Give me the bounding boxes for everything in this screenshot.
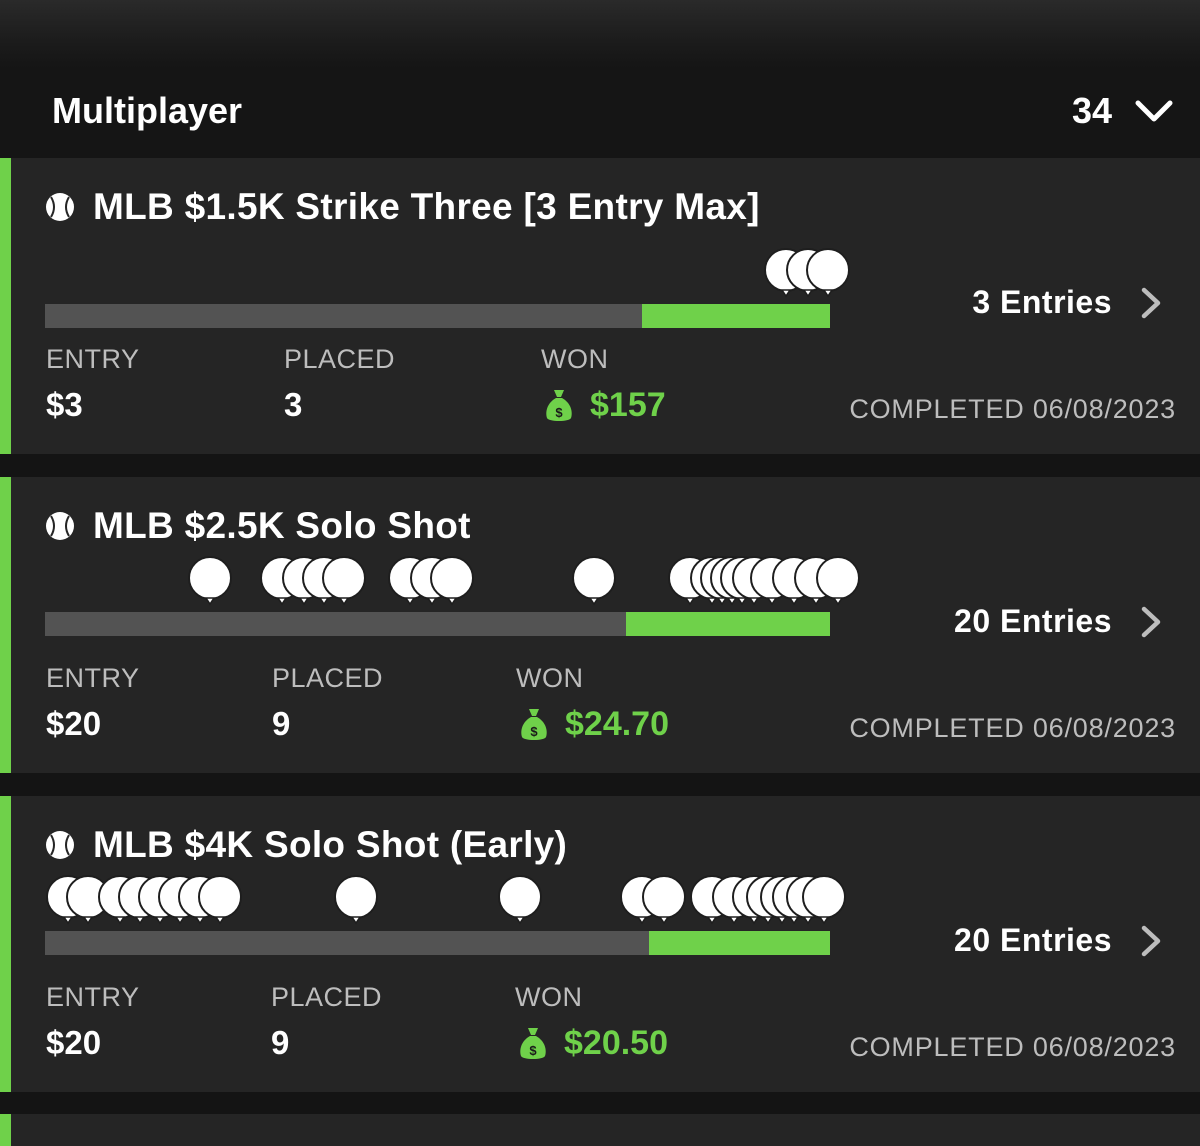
entry-label: ENTRY (46, 982, 140, 1012)
won-label: WON (516, 663, 584, 693)
svg-text:$: $ (530, 724, 538, 739)
progress-won-fill (626, 612, 830, 636)
contest-card[interactable]: MLB $2.5K Solo Shot 20 Entries ENTRY PLA… (0, 477, 1200, 773)
won-value: $20.50 (564, 1024, 668, 1062)
chevron-right-icon (1141, 287, 1161, 318)
entry-marker-icon (571, 556, 617, 606)
card-title-row: MLB $2.5K Solo Shot (45, 503, 471, 549)
money-bag-icon: $ (521, 708, 547, 740)
placed-label: PLACED (272, 663, 384, 693)
progress-bar (45, 875, 846, 955)
entry-marker-icon (805, 248, 851, 298)
svg-text:$: $ (555, 405, 563, 420)
entry-marker-icon (321, 556, 367, 606)
status-bar-area (0, 0, 1200, 68)
card-title-row: MLB $4K Solo Shot (Early) (45, 822, 567, 868)
chevron-right-icon (1141, 925, 1161, 956)
baseball-icon (46, 512, 74, 540)
baseball-icon (46, 831, 74, 859)
entry-marker-icon (429, 556, 475, 606)
won-label: WON (541, 344, 609, 374)
contest-title: MLB $4K Solo Shot (Early) (93, 824, 568, 865)
entry-marker-icon (497, 875, 543, 925)
progress-won-fill (649, 931, 830, 955)
baseball-icon (46, 193, 74, 221)
entry-label: ENTRY (46, 663, 140, 693)
placed-value: 3 (284, 386, 303, 423)
contest-card-partial[interactable] (0, 1114, 1200, 1146)
won-amount: $ $24.70 (519, 705, 669, 744)
svg-text:$: $ (529, 1043, 537, 1058)
entry-value: $3 (46, 386, 83, 423)
entry-label: ENTRY (46, 344, 140, 374)
entry-value: $20 (46, 705, 102, 742)
card-title-row: MLB $1.5K Strike Three [3 Entry Max] (45, 184, 760, 230)
status-text: COMPLETED 06/08/2023 (849, 713, 1176, 743)
entry-marker-icon (641, 875, 687, 925)
contest-card[interactable]: MLB $1.5K Strike Three [3 Entry Max] 3 E… (0, 158, 1200, 454)
card-accent (0, 477, 11, 773)
progress-bar (45, 248, 850, 328)
contest-title: MLB $1.5K Strike Three [3 Entry Max] (93, 186, 760, 227)
placed-label: PLACED (284, 344, 396, 374)
entry-marker-icon (197, 875, 243, 925)
won-label: WON (515, 982, 583, 1012)
placed-value: 9 (271, 1024, 290, 1061)
won-value: $24.70 (565, 705, 669, 743)
entries-link[interactable]: 20 Entries (954, 922, 1162, 959)
section-toggle[interactable]: 34 (1072, 86, 1174, 136)
card-accent (0, 1114, 11, 1146)
entries-link[interactable]: 3 Entries (972, 284, 1162, 321)
won-amount: $ $157 (544, 386, 666, 425)
entry-marker-icon (815, 556, 861, 606)
progress-won-fill (642, 304, 830, 328)
placed-label: PLACED (271, 982, 383, 1012)
chevron-right-icon (1141, 606, 1161, 637)
progress-bar (45, 556, 860, 636)
status-text: COMPLETED 06/08/2023 (849, 394, 1176, 424)
card-accent (0, 796, 11, 1092)
won-value: $157 (590, 386, 666, 424)
entries-link[interactable]: 20 Entries (954, 603, 1162, 640)
section-title: Multiplayer (52, 90, 243, 131)
entry-marker-icon (801, 875, 847, 925)
won-amount: $ $20.50 (518, 1024, 668, 1063)
entry-value: $20 (46, 1024, 102, 1061)
money-bag-icon: $ (520, 1027, 546, 1059)
entries-count: 20 Entries (954, 922, 1112, 958)
entries-count: 3 Entries (972, 284, 1112, 320)
money-bag-icon: $ (546, 389, 572, 421)
placed-value: 9 (272, 705, 291, 742)
chevron-down-icon (1135, 100, 1173, 122)
entry-marker-icon (333, 875, 379, 925)
entries-count: 20 Entries (954, 603, 1112, 639)
status-text: COMPLETED 06/08/2023 (849, 1032, 1176, 1062)
entry-marker-icon (187, 556, 233, 606)
contest-card[interactable]: MLB $4K Solo Shot (Early) 20 Entries ENT… (0, 796, 1200, 1092)
card-accent (0, 158, 11, 454)
section-count: 34 (1071, 90, 1112, 131)
contest-title: MLB $2.5K Solo Shot (93, 505, 471, 546)
